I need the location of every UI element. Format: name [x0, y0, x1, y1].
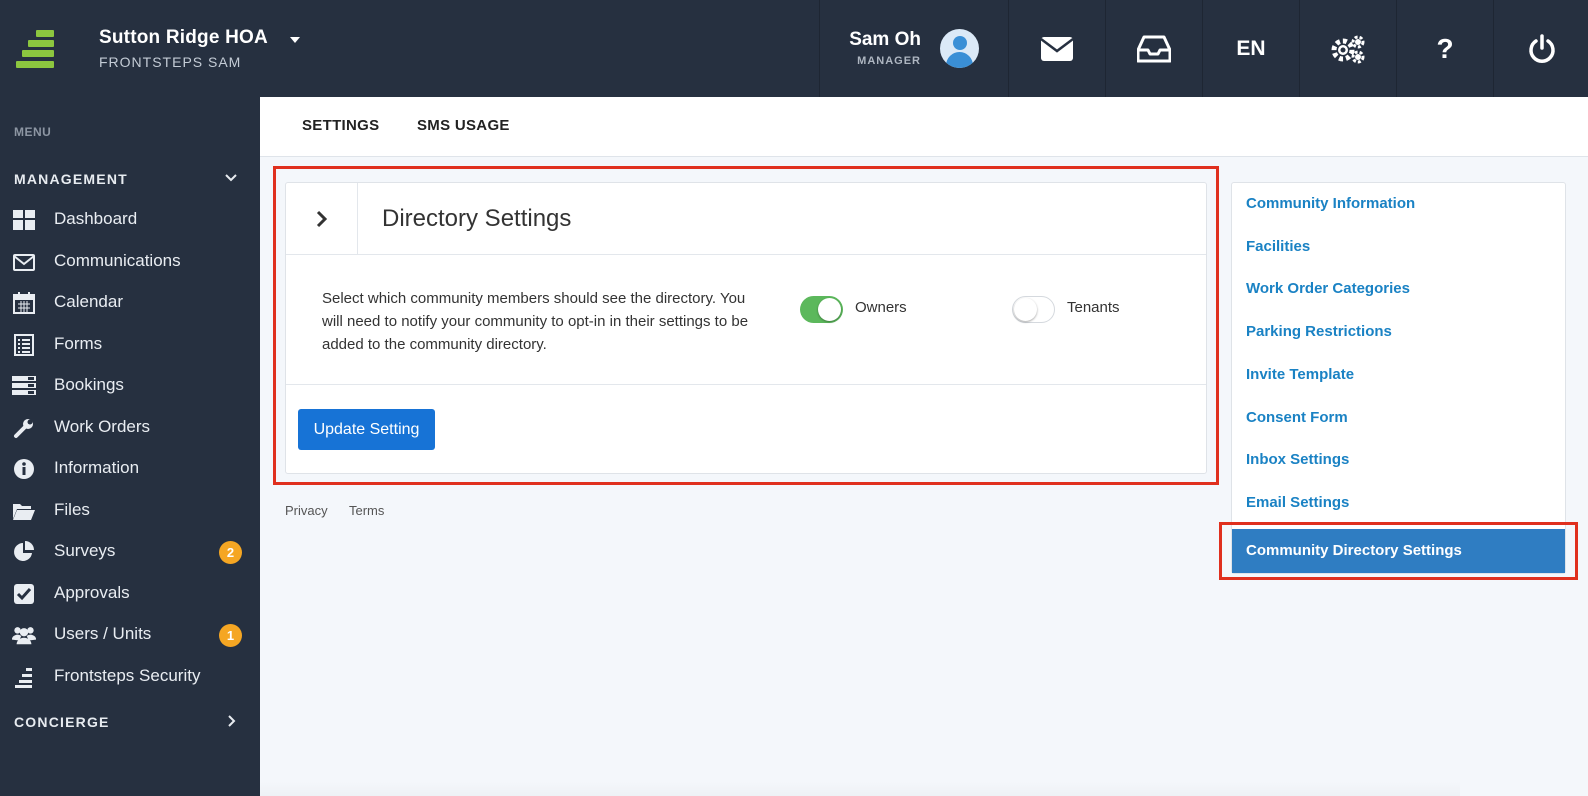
- side-link-facilities[interactable]: Facilities: [1246, 238, 1310, 255]
- concierge-section-toggle[interactable]: CONCIERGE: [14, 714, 246, 730]
- sidebar-item-label: Work Orders: [54, 417, 151, 436]
- chevron-down-icon: [225, 174, 237, 182]
- org-switch-caret-icon[interactable]: [290, 37, 300, 43]
- wrench-icon: [12, 416, 36, 440]
- menu-label: MENU: [14, 125, 52, 139]
- management-section-toggle[interactable]: MANAGEMENT: [14, 171, 246, 187]
- dashboard-icon: [12, 208, 36, 232]
- concierge-label: CONCIERGE: [14, 714, 110, 730]
- user-role: MANAGER: [857, 55, 921, 67]
- gears-icon: [1331, 35, 1365, 63]
- forms-icon: [12, 333, 36, 357]
- folder-icon: [12, 499, 36, 523]
- sidebar-item-users-units[interactable]: Users / Units 1: [0, 615, 260, 655]
- sidebar-item-label: Dashboard: [54, 209, 138, 228]
- sidebar-item-calendar[interactable]: Calendar: [0, 283, 260, 323]
- user-menu[interactable]: Sam Oh MANAGER: [819, 0, 1008, 97]
- logout-button[interactable]: [1493, 0, 1588, 97]
- sidebar-item-label: Frontsteps Security: [54, 666, 201, 685]
- sidebar-item-files[interactable]: Files: [0, 491, 260, 531]
- calendar-icon: [12, 291, 36, 315]
- bookings-icon: [12, 374, 36, 398]
- top-bar: Sutton Ridge HOA FRONTSTEPS SAM Sam Oh M…: [0, 0, 1588, 97]
- sidebar-item-approvals[interactable]: Approvals: [0, 574, 260, 614]
- bottom-shade: [260, 782, 1460, 796]
- org-name[interactable]: Sutton Ridge HOA: [99, 27, 268, 49]
- envelope-icon: [12, 250, 36, 274]
- pie-chart-icon: [12, 540, 36, 564]
- frontsteps-logo-icon[interactable]: [16, 30, 54, 70]
- tab-sms-usage[interactable]: SMS USAGE: [417, 117, 510, 134]
- sidebar-item-label: Users / Units: [54, 624, 152, 643]
- tab-settings[interactable]: SETTINGS: [302, 117, 379, 134]
- mail-icon: [1040, 36, 1074, 61]
- help-button[interactable]: ?: [1396, 0, 1493, 97]
- language-button[interactable]: EN: [1202, 0, 1299, 97]
- sidebar-item-frontsteps-security[interactable]: Frontsteps Security: [0, 657, 260, 697]
- frontsteps-icon: [12, 665, 36, 689]
- settings-side-nav: Community Information Facilities Work Or…: [1231, 182, 1566, 574]
- avatar-icon[interactable]: [940, 29, 979, 68]
- highlight-box-card: [273, 166, 1219, 485]
- sidebar-item-label: Files: [54, 500, 90, 519]
- inbox-button[interactable]: [1105, 0, 1202, 97]
- admin-settings-button[interactable]: [1299, 0, 1396, 97]
- sidebar-item-label: Calendar: [54, 292, 123, 311]
- sidebar-item-surveys[interactable]: Surveys 2: [0, 532, 260, 572]
- side-link-work-order-categories[interactable]: Work Order Categories: [1246, 280, 1410, 297]
- side-link-consent-form[interactable]: Consent Form: [1246, 409, 1348, 426]
- privacy-link[interactable]: Privacy: [285, 503, 328, 518]
- checkbox-icon: [12, 582, 36, 606]
- sidebar-item-label: Information: [54, 458, 140, 477]
- sidebar-item-communications[interactable]: Communications: [0, 242, 260, 282]
- sidebar-item-forms[interactable]: Forms: [0, 325, 260, 365]
- sidebar-item-label: Approvals: [54, 583, 130, 602]
- side-link-parking-restrictions[interactable]: Parking Restrictions: [1246, 323, 1392, 340]
- users-count-badge: 1: [219, 624, 242, 647]
- side-link-community-information[interactable]: Community Information: [1246, 195, 1415, 212]
- side-link-invite-template[interactable]: Invite Template: [1246, 366, 1354, 383]
- tab-bar: SETTINGS SMS USAGE: [260, 97, 1588, 157]
- org-subtitle: FRONTSTEPS SAM: [99, 54, 242, 70]
- side-link-inbox-settings[interactable]: Inbox Settings: [1246, 451, 1349, 468]
- inbox-tray-icon: [1137, 35, 1171, 62]
- sidebar-item-dashboard[interactable]: Dashboard: [0, 200, 260, 240]
- sidebar-item-information[interactable]: Information: [0, 449, 260, 489]
- info-icon: [12, 457, 36, 481]
- terms-link[interactable]: Terms: [349, 503, 384, 518]
- sidebar-item-label: Communications: [54, 251, 181, 270]
- surveys-count-badge: 2: [219, 541, 242, 564]
- sidebar-item-label: Forms: [54, 334, 103, 353]
- user-name: Sam Oh: [849, 29, 921, 50]
- sidebar-item-bookings[interactable]: Bookings: [0, 366, 260, 406]
- highlight-box-side-link: [1219, 522, 1578, 580]
- messages-button[interactable]: [1008, 0, 1105, 97]
- side-link-email-settings[interactable]: Email Settings: [1246, 494, 1349, 511]
- management-label: MANAGEMENT: [14, 171, 128, 187]
- sidebar-item-label: Bookings: [54, 375, 124, 394]
- chevron-right-icon: [228, 715, 236, 727]
- power-icon: [1529, 33, 1555, 63]
- sidebar-item-work-orders[interactable]: Work Orders: [0, 408, 260, 448]
- sidebar-item-label: Surveys: [54, 541, 116, 560]
- sidebar: MENU MANAGEMENT Dashboard Communications…: [0, 97, 260, 796]
- users-icon: [12, 623, 36, 647]
